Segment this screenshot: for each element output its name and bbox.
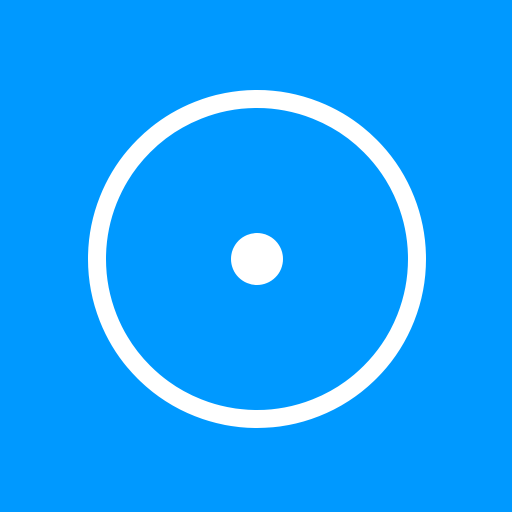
- app-icon-tile: [0, 0, 512, 512]
- record-icon: [88, 90, 426, 428]
- center-dot: [231, 233, 283, 285]
